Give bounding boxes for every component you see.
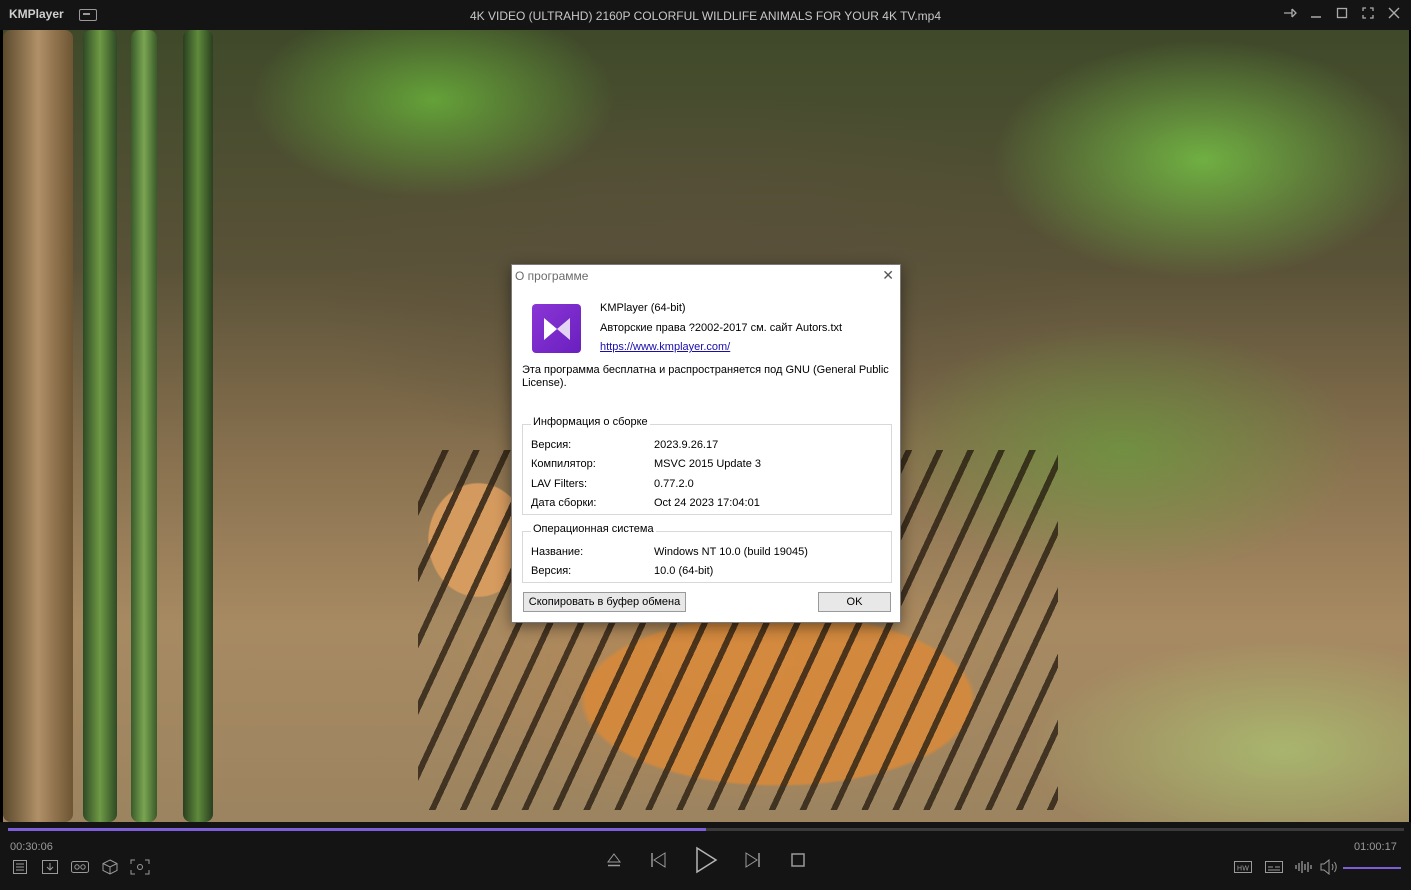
- build-info-label: Информация о сборке: [531, 416, 650, 428]
- elapsed-time: 00:30:06: [10, 841, 53, 853]
- license-text-cont: License).: [522, 377, 567, 389]
- previous-icon[interactable]: [648, 851, 668, 873]
- build-value: Oct 24 2023 17:04:01: [654, 497, 760, 509]
- next-icon[interactable]: [743, 851, 763, 873]
- ok-button[interactable]: OK: [818, 592, 891, 612]
- os-key: Версия:: [531, 565, 572, 577]
- seek-bar[interactable]: [8, 828, 1404, 831]
- fullscreen-icon[interactable]: [1360, 7, 1376, 23]
- 3d-icon[interactable]: [101, 859, 119, 879]
- total-duration: 01:00:17: [1354, 841, 1397, 853]
- dialog-title: О программе: [515, 269, 589, 283]
- volume-icon[interactable]: [1319, 858, 1339, 879]
- os-value: Windows NT 10.0 (build 19045): [654, 546, 808, 558]
- build-key: Дата сборки:: [531, 497, 597, 509]
- bamboo-stalk: [131, 30, 157, 822]
- build-value: 2023.9.26.17: [654, 439, 719, 451]
- vr-icon[interactable]: [69, 859, 91, 879]
- seek-progress: [8, 828, 706, 831]
- about-dialog: О программе ✕ KMPlayer (64-bit) Авторски…: [511, 264, 901, 623]
- equalizer-icon[interactable]: [1293, 859, 1313, 879]
- pin-icon[interactable]: [1282, 7, 1298, 23]
- build-value: MSVC 2015 Update 3: [654, 458, 762, 470]
- minimize-icon[interactable]: [1308, 7, 1324, 23]
- control-bar: 00:30:06 01:00:17 HW: [0, 822, 1411, 890]
- build-value: 0.77.2.0: [654, 478, 694, 490]
- playlist-icon[interactable]: [11, 859, 29, 879]
- copy-to-clipboard-button[interactable]: Скопировать в буфер обмена: [523, 592, 686, 612]
- play-icon[interactable]: [692, 846, 720, 878]
- product-name: KMPlayer (64-bit): [600, 302, 686, 314]
- capture-icon[interactable]: [129, 859, 151, 879]
- bamboo-stalk: [183, 30, 213, 822]
- dialog-close-icon[interactable]: ✕: [882, 267, 894, 284]
- bamboo-stalk: [3, 30, 73, 822]
- download-icon[interactable]: [40, 859, 60, 879]
- build-key: Компилятор:: [531, 458, 596, 470]
- os-info-group: Операционная система Название: Windows N…: [522, 523, 892, 583]
- copyright-text: Авторские права ?2002-2017 см. сайт Auto…: [600, 322, 843, 334]
- maximize-icon[interactable]: [1334, 7, 1350, 23]
- build-key: Версия:: [531, 439, 572, 451]
- hw-decoder-icon[interactable]: HW: [1232, 859, 1254, 879]
- license-text: Эта программа бесплатна и распространяет…: [522, 364, 889, 376]
- build-info-group: Информация о сборке Версия: 2023.9.26.17…: [522, 416, 892, 515]
- os-value: 10.0 (64-bit): [654, 565, 714, 577]
- os-info-label: Операционная система: [531, 523, 656, 535]
- eject-icon[interactable]: [605, 851, 623, 873]
- subtitle-icon[interactable]: [1263, 859, 1285, 879]
- svg-text:HW: HW: [1237, 865, 1249, 873]
- website-link[interactable]: https://www.kmplayer.com/: [600, 341, 730, 353]
- build-key: LAV Filters:: [531, 478, 588, 490]
- volume-slider[interactable]: [1343, 867, 1401, 869]
- stop-icon[interactable]: [789, 851, 807, 873]
- close-icon[interactable]: [1386, 7, 1402, 23]
- os-key: Название:: [531, 546, 584, 558]
- kmplayer-app-icon: [532, 304, 581, 353]
- window-title: 4K VIDEO (ULTRAHD) 2160P COLORFUL WILDLI…: [469, 9, 942, 23]
- title-bar: KMPlayer 4K VIDEO (ULTRAHD) 2160P COLORF…: [0, 0, 1411, 30]
- bamboo-stalk: [83, 30, 117, 822]
